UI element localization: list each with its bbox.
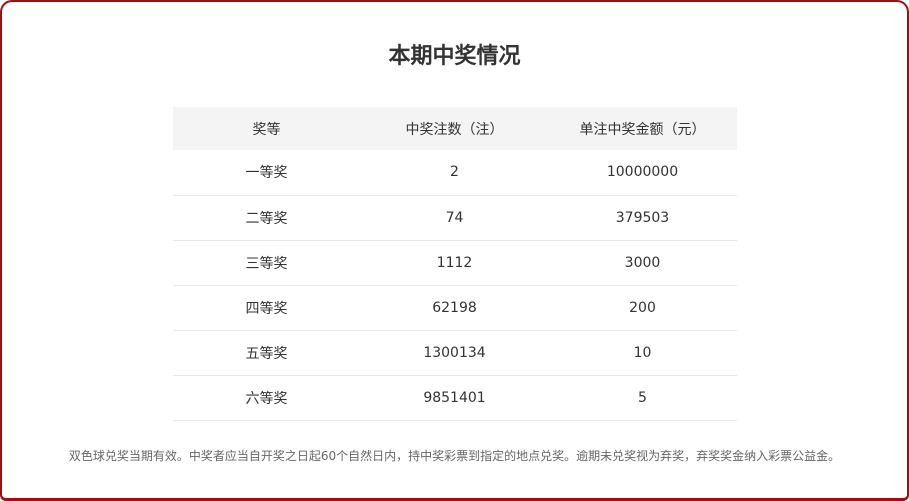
page-title: 本期中奖情况 (2, 42, 907, 72)
prize-amount-cell: 3000 (549, 240, 737, 285)
winning-count-cell: 1300134 (361, 330, 549, 375)
prize-tier-cell: 四等奖 (173, 285, 361, 330)
table-row: 二等奖 74 379503 (173, 195, 737, 240)
column-header-amount: 单注中奖金额（元） (549, 107, 737, 150)
prize-amount-cell: 5 (549, 375, 737, 420)
winning-count-cell: 2 (361, 150, 549, 195)
prize-amount-cell: 10000000 (549, 150, 737, 195)
table-row: 五等奖 1300134 10 (173, 330, 737, 375)
winning-count-cell: 9851401 (361, 375, 549, 420)
redemption-note: 双色球兑奖当期有效。中奖者应当自开奖之日起60个自然日内，持中奖彩票到指定的地点… (2, 448, 907, 464)
table-row: 三等奖 1112 3000 (173, 240, 737, 285)
table-header-row: 奖等 中奖注数（注） 单注中奖金额（元） (173, 107, 737, 150)
prize-amount-cell: 10 (549, 330, 737, 375)
prize-tier-cell: 二等奖 (173, 195, 361, 240)
table-row: 四等奖 62198 200 (173, 285, 737, 330)
winning-count-cell: 1112 (361, 240, 549, 285)
winning-count-cell: 62198 (361, 285, 549, 330)
table-row: 六等奖 9851401 5 (173, 375, 737, 420)
prize-tier-cell: 五等奖 (173, 330, 361, 375)
table-row: 一等奖 2 10000000 (173, 150, 737, 195)
prize-tier-cell: 三等奖 (173, 240, 361, 285)
prize-amount-cell: 379503 (549, 195, 737, 240)
prize-table: 奖等 中奖注数（注） 单注中奖金额（元） 一等奖 2 10000000 二等奖 … (173, 107, 737, 421)
winning-info-card: 本期中奖情况 奖等 中奖注数（注） 单注中奖金额（元） 一等奖 2 100000… (0, 0, 909, 501)
prize-amount-cell: 200 (549, 285, 737, 330)
prize-tier-cell: 一等奖 (173, 150, 361, 195)
prize-tier-cell: 六等奖 (173, 375, 361, 420)
winning-count-cell: 74 (361, 195, 549, 240)
column-header-tier: 奖等 (173, 107, 361, 150)
column-header-count: 中奖注数（注） (361, 107, 549, 150)
